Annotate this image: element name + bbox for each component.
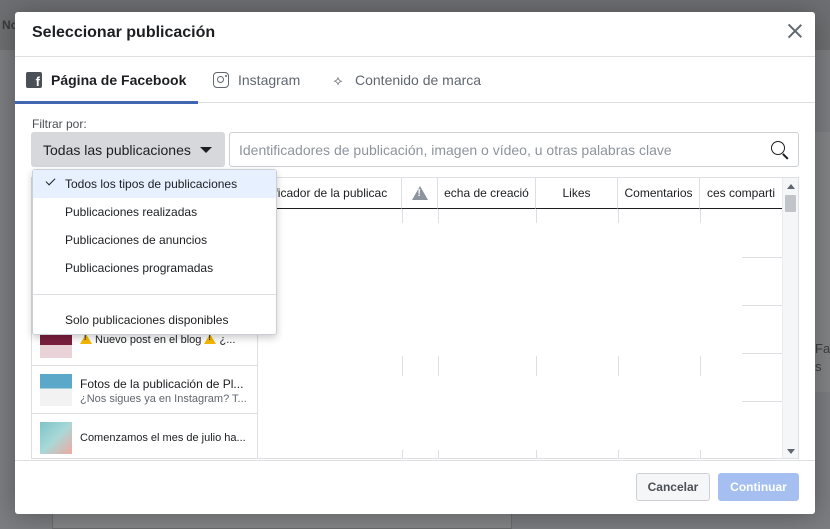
grid-line <box>618 450 619 458</box>
dialog-header: Seleccionar publicación <box>15 12 815 57</box>
search-icon[interactable] <box>770 140 790 160</box>
filter-selected-value: Todas las publicaciones <box>43 141 191 158</box>
grid-line <box>536 356 537 376</box>
tab-branded-content[interactable]: ⟡ Contenido de marca <box>330 57 481 103</box>
tab-label: Contenido de marca <box>355 72 482 88</box>
post-title: Fotos de la publicación de Pl... <box>80 377 244 391</box>
table-row[interactable]: Fotos de la publicación de Pl... ¿Nos si… <box>32 366 258 414</box>
menu-item-label: Publicaciones programadas <box>65 261 214 275</box>
post-subtitle-text: Nuevo post en el blog <box>95 334 202 346</box>
grid-line <box>742 257 782 258</box>
column-header-post-id[interactable]: ificador de la publicac <box>258 178 402 209</box>
post-subtitle-tail: ¿... <box>219 334 236 346</box>
warning-icon <box>411 186 428 200</box>
tab-facebook-page[interactable]: f Página de Facebook <box>15 57 198 104</box>
grid-line <box>618 356 619 376</box>
column-header-warning[interactable] <box>402 178 438 209</box>
grid-line <box>438 450 439 458</box>
grid-line <box>402 450 403 458</box>
background-side-text-line: Fa <box>815 341 830 356</box>
grid-line <box>742 305 782 306</box>
warning-icon <box>204 334 217 344</box>
tab-label: Página de Facebook <box>51 72 187 88</box>
menu-item-label: Publicaciones realizadas <box>65 205 198 219</box>
filter-label: Filtrar por: <box>32 117 87 131</box>
menu-item-all-post-types[interactable]: Todos los tipos de publicaciones <box>33 170 276 198</box>
grid-line <box>402 209 403 223</box>
post-type-menu: Todos los tipos de publicaciones Publica… <box>32 169 277 335</box>
grid-line <box>700 209 701 223</box>
close-icon[interactable] <box>787 23 803 39</box>
menu-divider <box>33 294 276 295</box>
post-thumbnail <box>40 374 72 406</box>
handshake-icon: ⟡ <box>333 72 343 88</box>
dialog-footer: Cancelar Continuar <box>15 460 815 514</box>
column-header-label: Comentarios <box>624 186 693 200</box>
grid-line <box>438 209 439 223</box>
grid-line <box>536 209 537 223</box>
grid-line <box>618 209 619 223</box>
post-type-filter-dropdown[interactable]: Todas las publicaciones <box>31 132 225 167</box>
grid-line <box>700 450 701 458</box>
grid-line <box>742 401 782 402</box>
background-side-text-line: s <box>815 359 822 374</box>
post-thumbnail <box>40 422 72 454</box>
metrics-grid: ificador de la publicac echa de creació … <box>258 178 782 458</box>
table-row[interactable]: Comenzamos el mes de julio ha... <box>32 414 258 458</box>
facebook-icon: f <box>26 72 42 89</box>
search-box <box>229 132 799 167</box>
grid-line <box>438 356 439 376</box>
background-side-text: Fa s <box>815 340 830 376</box>
column-header-label: ificador de la publicac <box>271 186 388 200</box>
column-header-comments[interactable]: Comentarios <box>618 178 700 209</box>
dialog-title: Seleccionar publicación <box>32 24 216 41</box>
cancel-button[interactable]: Cancelar <box>636 473 710 501</box>
post-title: Comenzamos el mes de julio ha... <box>80 432 246 444</box>
menu-item-label: Publicaciones de anuncios <box>65 233 208 247</box>
continue-button[interactable]: Continuar <box>718 473 799 501</box>
post-subtitle: ¿Nos sigues ya en Instagram? T... <box>80 393 247 405</box>
source-tabs: f Página de Facebook Instagram ⟡ Conteni… <box>15 57 815 104</box>
menu-item-label: Solo publicaciones disponibles <box>65 313 229 327</box>
grid-line <box>402 356 403 376</box>
column-header-label: Likes <box>562 186 591 200</box>
menu-item-available-only[interactable]: Solo publicaciones disponibles <box>33 306 276 334</box>
column-header-created-date[interactable]: echa de creació <box>438 178 536 209</box>
grid-line <box>536 450 537 458</box>
tab-instagram[interactable]: Instagram <box>213 57 300 103</box>
check-icon <box>45 175 56 186</box>
instagram-icon <box>213 72 229 88</box>
table-scrollbar[interactable] <box>782 178 798 458</box>
scroll-up-icon[interactable] <box>787 184 795 189</box>
menu-item-ad-posts[interactable]: Publicaciones de anuncios <box>33 226 276 254</box>
scroll-down-icon[interactable] <box>787 449 795 454</box>
tab-label: Instagram <box>238 72 301 88</box>
menu-item-published-posts[interactable]: Publicaciones realizadas <box>33 198 276 226</box>
column-header-label: ces comparti <box>706 186 776 200</box>
menu-item-label: Todos los tipos de publicaciones <box>65 177 238 191</box>
column-header-label: echa de creació <box>444 186 529 200</box>
grid-line <box>700 356 701 376</box>
post-subtitle: Nuevo post en el blog ¿... <box>80 334 252 346</box>
scroll-thumb[interactable] <box>785 195 796 212</box>
column-header-likes[interactable]: Likes <box>536 178 618 209</box>
caret-down-icon <box>200 147 212 153</box>
search-input[interactable] <box>239 134 770 165</box>
grid-line <box>742 353 782 354</box>
column-header-shares[interactable]: ces comparti <box>700 178 782 209</box>
warning-icon <box>80 334 92 344</box>
menu-item-scheduled-posts[interactable]: Publicaciones programadas <box>33 254 276 282</box>
select-post-dialog: Seleccionar publicación f Página de Face… <box>15 12 815 514</box>
